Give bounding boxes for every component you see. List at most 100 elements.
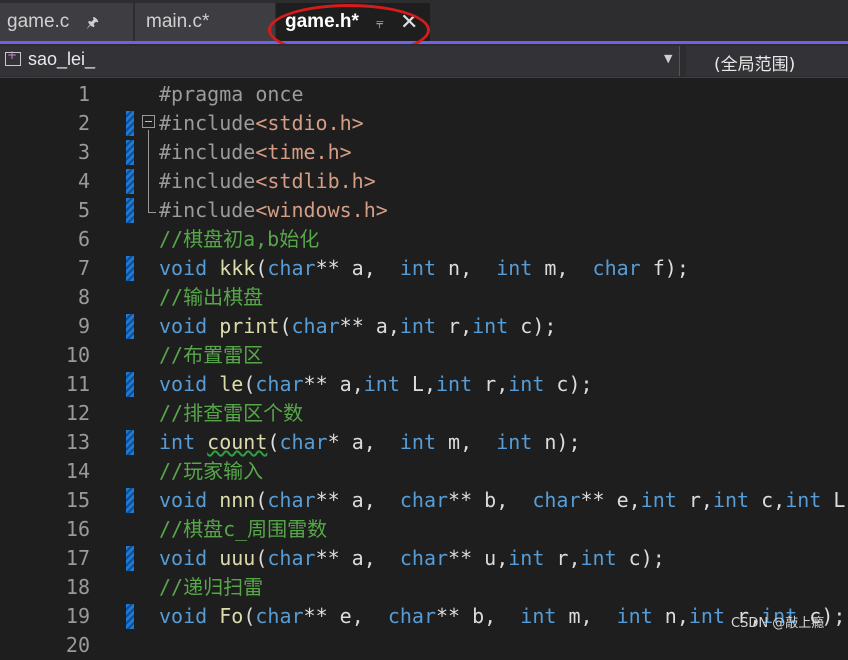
code-token: #pragma once — [159, 82, 304, 106]
project-dropdown[interactable]: sao_lei_ ▼ — [0, 46, 680, 76]
line-number: 10 — [65, 343, 90, 367]
code-token: m, — [435, 430, 497, 454]
code-editor[interactable]: 1 #pragma once 2 #include<stdio.h> 3 #include… — [0, 79, 848, 657]
code-text: void kkk(char** a, int n, int m, char f)… — [159, 254, 689, 283]
line-number: 12 — [65, 401, 90, 425]
line-number: 14 — [65, 459, 90, 483]
scope-label: (全局范围) — [714, 55, 796, 75]
code-token: char — [399, 488, 449, 512]
tab-game-c[interactable]: game.c 🖈 — [0, 3, 133, 41]
code-line[interactable]: 1 #pragma once — [0, 80, 848, 109]
code-token: r, — [436, 314, 473, 338]
fold-guide-end — [148, 212, 156, 213]
code-line[interactable]: 4 #include<stdlib.h> — [0, 167, 848, 196]
line-number: 8 — [77, 285, 90, 309]
code-token: void — [159, 604, 208, 628]
change-marker — [126, 430, 134, 455]
code-token: uuu — [219, 546, 256, 570]
code-text: void le(char** a,int L,int r,int c); — [159, 370, 593, 399]
code-token: int — [508, 372, 545, 396]
code-token: char — [291, 314, 340, 338]
code-token: int — [363, 372, 400, 396]
code-token: <stdio.h> — [255, 111, 364, 135]
code-token: ( — [255, 546, 268, 570]
code-token: char — [592, 256, 641, 280]
code-line[interactable]: 5 #include<windows.h> — [0, 196, 848, 225]
pin-icon[interactable]: 🖈 — [86, 3, 99, 41]
code-token: f); — [640, 256, 689, 280]
code-token: ( — [279, 314, 292, 338]
code-token: ** a, — [315, 546, 400, 570]
watermark: CSDN @敲上瘾 — [731, 616, 825, 631]
code-line[interactable]: 8 //输出棋盘 — [0, 283, 848, 312]
code-token: int — [472, 314, 509, 338]
code-token: c); — [616, 546, 665, 570]
code-text: //玩家输入 — [159, 457, 263, 486]
code-token: n, — [652, 604, 689, 628]
code-token: <stdlib.h> — [255, 169, 376, 193]
code-line[interactable]: 9 void print(char** a,int r,int c); — [0, 312, 848, 341]
scope-dropdown[interactable]: (全局范围) — [686, 46, 848, 76]
code-token: char — [255, 604, 304, 628]
code-token: nnn — [219, 488, 256, 512]
code-token: ** e, — [303, 604, 388, 628]
change-marker — [126, 256, 134, 281]
code-line[interactable]: 14 //玩家输入 — [0, 457, 848, 486]
line-number: 15 — [65, 488, 90, 512]
code-token: ** e, — [580, 488, 641, 512]
code-token: void — [159, 256, 208, 280]
code-token: m, — [556, 604, 617, 628]
code-line[interactable]: 16 //棋盘c_周围雷数 — [0, 515, 848, 544]
code-token: //排查雷区个数 — [159, 401, 304, 425]
code-text: void nnn(char** a, char** b, char** e,in… — [159, 486, 848, 515]
code-line[interactable]: 19 void Fo(char** e, char** b, int m, int… — [0, 602, 848, 631]
tab-main-c[interactable]: main.c* — [135, 3, 275, 41]
code-token: char — [267, 488, 316, 512]
change-marker — [126, 546, 134, 571]
code-line[interactable]: 10 //布置雷区 — [0, 341, 848, 370]
code-token: n); — [532, 430, 581, 454]
code-line[interactable]: 20 — [0, 631, 848, 660]
code-text: #include<time.h> — [159, 138, 352, 167]
code-line[interactable]: 2 #include<stdio.h> — [0, 109, 848, 138]
code-token: int — [399, 430, 436, 454]
code-token: int — [159, 430, 196, 454]
code-text: //棋盘初a,b始化 — [159, 225, 319, 254]
code-token: kkk — [219, 256, 256, 280]
code-line[interactable]: 13 int count(char* a, int m, int n); — [0, 428, 848, 457]
code-line[interactable]: 11 void le(char** a,int L,int r,int c); — [0, 370, 848, 399]
line-number: 4 — [77, 169, 90, 193]
code-token: c); — [544, 372, 593, 396]
code-token: int — [520, 604, 557, 628]
code-token: ** b, — [448, 488, 533, 512]
code-token: print — [219, 314, 280, 338]
code-token: r, — [472, 372, 509, 396]
code-line[interactable]: 18 //递归扫雷 — [0, 573, 848, 602]
change-marker — [126, 314, 134, 339]
code-token: ( — [267, 430, 280, 454]
line-number: 3 — [77, 140, 90, 164]
code-line[interactable]: 17 void uuu(char** a, char** u,int r,int … — [0, 544, 848, 573]
code-text: //排查雷区个数 — [159, 399, 303, 428]
line-number: 11 — [65, 372, 90, 396]
code-line[interactable]: 7 void kkk(char** a, int n, int m, char f… — [0, 254, 848, 283]
code-token: char — [387, 604, 436, 628]
code-text: //布置雷区 — [159, 341, 263, 370]
code-token: int — [580, 546, 617, 570]
chevron-down-icon[interactable]: ▼ — [664, 52, 672, 65]
code-text: #pragma once — [159, 80, 304, 109]
change-marker — [126, 488, 134, 513]
code-token: count — [207, 430, 268, 454]
code-line[interactable]: 12 //排查雷区个数 — [0, 399, 848, 428]
code-line[interactable]: 3 #include<time.h> — [0, 138, 848, 167]
code-token: //棋盘c_周围雷数 — [159, 517, 328, 541]
code-line[interactable]: 15 void nnn(char** a, char** b, char** e,… — [0, 486, 848, 515]
fold-collapse-icon[interactable] — [142, 115, 155, 128]
code-line[interactable]: 6 //棋盘初a,b始化 — [0, 225, 848, 254]
line-number: 9 — [77, 314, 90, 338]
line-number: 13 — [65, 430, 90, 454]
code-token: ** a, — [339, 314, 400, 338]
